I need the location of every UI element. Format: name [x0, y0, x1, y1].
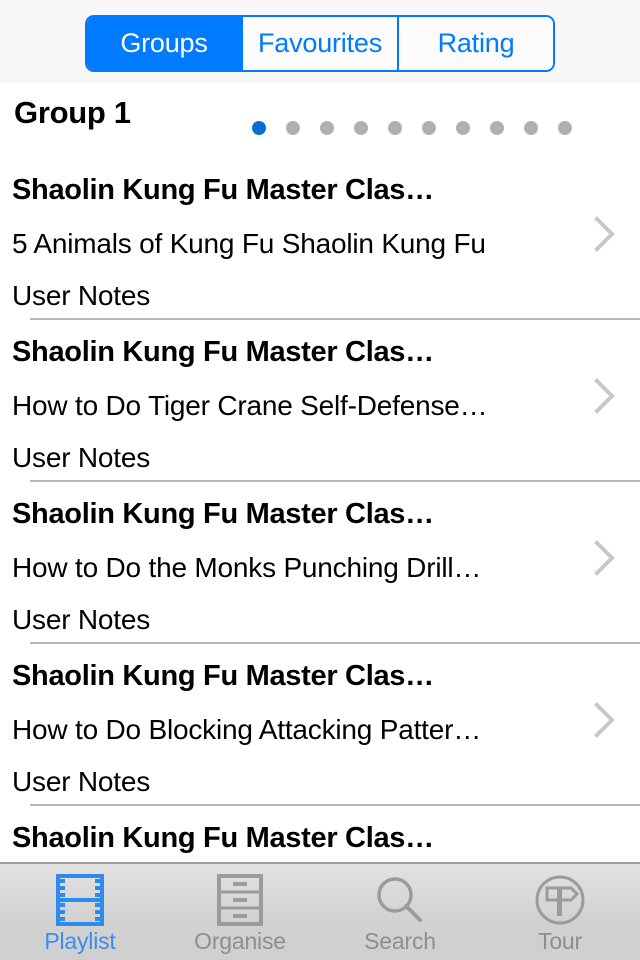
- tab-bar: Playlist Organise Search Tour: [0, 862, 640, 960]
- segmented-control[interactable]: Groups Favourites Rating: [85, 15, 555, 72]
- row-subtitle: How to Do the Monks Punching Drill…: [12, 552, 482, 583]
- page-dot-3[interactable]: [320, 121, 334, 135]
- file-cabinet-icon: [212, 874, 268, 926]
- tab-tour-label: Tour: [538, 928, 582, 954]
- playlist-list[interactable]: Shaolin Kung Fu Master Clas… 5 Animals o…: [0, 158, 640, 862]
- row-subtitle: How to Do Blocking Attacking Patter…: [12, 714, 482, 745]
- row-notes: User Notes: [12, 280, 151, 311]
- tab-organise-label: Organise: [194, 928, 286, 954]
- page-dot-10[interactable]: [558, 121, 572, 135]
- tab-playlist-label: Playlist: [44, 928, 116, 954]
- page-dot-2[interactable]: [286, 121, 300, 135]
- table-row[interactable]: Shaolin Kung Fu Master Clas… 5 Animals o…: [0, 158, 640, 320]
- segment-groups-label: Groups: [120, 28, 208, 58]
- group-title: Group 1: [14, 95, 131, 130]
- row-notes: User Notes: [12, 604, 151, 635]
- page-dot-7[interactable]: [456, 121, 470, 135]
- page-dot-5[interactable]: [388, 121, 402, 135]
- signpost-circle-icon: [532, 874, 588, 926]
- segment-favourites[interactable]: Favourites: [241, 17, 397, 70]
- row-subtitle: How to Do Tiger Crane Self-Defense…: [12, 390, 488, 421]
- page-dot-6[interactable]: [422, 121, 436, 135]
- page-dots-indicator[interactable]: [252, 121, 572, 135]
- table-row[interactable]: Shaolin Kung Fu Master Clas… How to Do t…: [0, 482, 640, 644]
- row-title: Shaolin Kung Fu Master Clas…: [12, 498, 434, 530]
- row-title: Shaolin Kung Fu Master Clas…: [12, 822, 434, 854]
- page-dot-9[interactable]: [524, 121, 538, 135]
- segment-favourites-label: Favourites: [257, 28, 383, 58]
- chevron-right-icon: [594, 701, 616, 739]
- segment-groups[interactable]: Groups: [87, 17, 241, 70]
- segment-rating[interactable]: Rating: [397, 17, 553, 70]
- page-dot-1[interactable]: [252, 121, 266, 135]
- group-header: Group 1: [0, 83, 640, 158]
- row-title: Shaolin Kung Fu Master Clas…: [12, 660, 434, 692]
- chevron-right-icon: [594, 377, 616, 415]
- row-title: Shaolin Kung Fu Master Clas…: [12, 174, 434, 206]
- tab-organise[interactable]: Organise: [160, 864, 320, 960]
- page-dot-4[interactable]: [354, 121, 368, 135]
- row-notes: User Notes: [12, 442, 151, 473]
- top-bar: Groups Favourites Rating: [0, 0, 640, 83]
- segment-rating-label: Rating: [437, 28, 515, 58]
- chevron-right-icon: [594, 215, 616, 253]
- film-strip-icon: [52, 874, 108, 926]
- table-row[interactable]: Shaolin Kung Fu Master Clas… How to Do T…: [0, 320, 640, 482]
- tab-search-label: Search: [364, 928, 436, 954]
- row-notes: User Notes: [12, 766, 151, 797]
- chevron-right-icon: [594, 539, 616, 577]
- tab-tour[interactable]: Tour: [480, 864, 640, 960]
- magnifier-icon: [372, 874, 428, 926]
- tab-playlist[interactable]: Playlist: [0, 864, 160, 960]
- row-subtitle: 5 Animals of Kung Fu Shaolin Kung Fu: [12, 228, 486, 259]
- row-title: Shaolin Kung Fu Master Clas…: [12, 336, 434, 368]
- page-dot-8[interactable]: [490, 121, 504, 135]
- table-row[interactable]: Shaolin Kung Fu Master Clas… How to Do B…: [0, 644, 640, 806]
- table-row[interactable]: Shaolin Kung Fu Master Clas…: [0, 806, 640, 862]
- tab-search[interactable]: Search: [320, 864, 480, 960]
